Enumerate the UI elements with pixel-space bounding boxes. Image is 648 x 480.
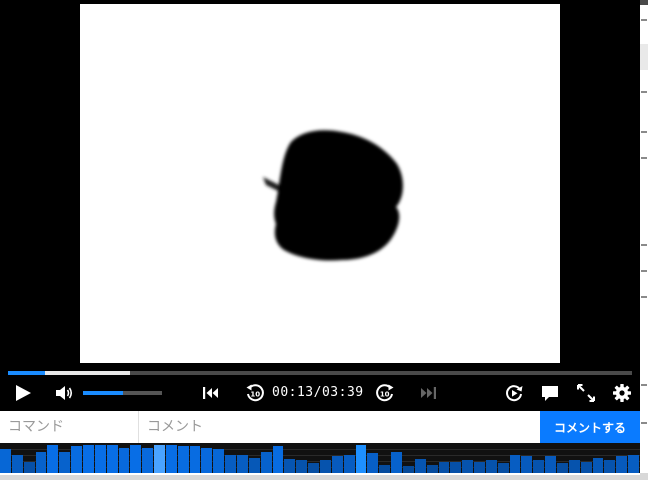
video-player[interactable]: 10 00:13/03:39 10	[0, 0, 640, 411]
skip-to-start-button[interactable]	[201, 384, 221, 402]
volume-button[interactable]	[53, 383, 75, 403]
density-bar	[403, 466, 414, 473]
density-bar	[367, 453, 378, 473]
apple-silhouette	[263, 130, 403, 261]
density-bar	[427, 465, 438, 473]
density-bar	[379, 465, 390, 473]
speaker-icon	[56, 386, 73, 400]
density-bar	[119, 448, 129, 473]
volume-slider[interactable]	[83, 391, 162, 395]
density-bar	[24, 462, 35, 473]
volume-level	[83, 391, 123, 395]
repeat-play-button[interactable]	[503, 382, 525, 404]
density-bar	[12, 455, 23, 473]
density-bar	[142, 448, 153, 473]
density-bar	[344, 455, 355, 473]
density-bar	[178, 446, 189, 473]
density-bar	[308, 463, 319, 473]
fullscreen-button[interactable]	[575, 382, 597, 404]
density-bar	[273, 446, 283, 473]
forward-10-button[interactable]: 10	[374, 382, 396, 404]
density-bar	[154, 445, 165, 473]
comment-toggle-icon	[542, 386, 558, 401]
density-bar	[533, 460, 544, 473]
density-bar	[604, 460, 615, 473]
skip-next-icon	[421, 387, 436, 399]
svg-text:10: 10	[380, 391, 390, 399]
comment-input[interactable]	[139, 411, 540, 443]
density-bar	[296, 460, 307, 473]
fullscreen-icon	[577, 384, 595, 402]
density-bar	[462, 460, 473, 473]
density-bar	[47, 445, 58, 473]
density-bar	[0, 449, 11, 473]
page-bottom-edge	[0, 473, 648, 480]
time-display: 00:13/03:39	[272, 384, 364, 402]
rewind-10-icon: 10	[246, 384, 264, 402]
density-bar	[284, 459, 295, 473]
density-bar	[545, 456, 556, 473]
density-bar	[439, 462, 449, 473]
play-icon	[16, 385, 31, 401]
seek-bar[interactable]	[8, 371, 632, 375]
comment-density-graph[interactable]	[0, 443, 640, 473]
total-time: 03:39	[321, 385, 364, 400]
skip-next-button[interactable]	[418, 384, 438, 402]
density-bar	[261, 452, 272, 473]
density-bar	[616, 456, 627, 473]
density-bar	[107, 445, 118, 473]
density-bar	[450, 462, 461, 473]
density-bar	[521, 456, 532, 473]
rewind-10-button[interactable]: 10	[244, 382, 266, 404]
video-frame[interactable]	[80, 4, 560, 363]
density-bar	[95, 445, 106, 473]
repeat-play-icon	[506, 385, 523, 402]
density-bar	[249, 458, 260, 473]
svg-text:10: 10	[250, 391, 260, 399]
density-bar	[83, 445, 94, 473]
density-bar	[190, 446, 200, 473]
page-edge	[640, 0, 648, 480]
density-bar	[474, 462, 485, 473]
density-bar	[569, 460, 580, 473]
density-bar	[71, 446, 82, 473]
density-bar	[130, 445, 141, 473]
side-panel-edge	[640, 44, 648, 70]
current-time: 00:13	[272, 385, 314, 400]
density-bar	[201, 448, 212, 473]
time-separator: /	[313, 385, 322, 400]
command-input[interactable]	[0, 411, 139, 443]
density-bar	[36, 452, 46, 473]
gear-icon	[613, 384, 631, 402]
comment-toggle-button[interactable]	[539, 382, 561, 404]
density-bar	[237, 455, 248, 473]
density-bar	[332, 456, 343, 473]
submit-comment-button[interactable]: コメントする	[540, 411, 640, 443]
settings-button[interactable]	[611, 382, 633, 404]
density-bar	[510, 455, 520, 473]
density-bar	[557, 463, 568, 473]
density-bar	[213, 449, 224, 473]
density-bar	[486, 460, 497, 473]
comment-bar: コメントする	[0, 411, 640, 443]
density-bar	[320, 460, 331, 473]
density-bar	[356, 445, 366, 473]
density-bar	[498, 463, 509, 473]
forward-10-icon: 10	[376, 384, 394, 402]
density-bar	[391, 452, 402, 473]
density-bar	[581, 462, 592, 473]
skip-to-start-icon	[203, 387, 218, 399]
density-bar	[628, 455, 639, 473]
play-button[interactable]	[12, 383, 34, 403]
played-range	[8, 371, 45, 375]
density-bar	[593, 458, 603, 473]
density-bar	[415, 459, 426, 473]
density-bar	[166, 445, 177, 473]
density-bar	[59, 452, 70, 473]
density-bar	[225, 455, 236, 473]
